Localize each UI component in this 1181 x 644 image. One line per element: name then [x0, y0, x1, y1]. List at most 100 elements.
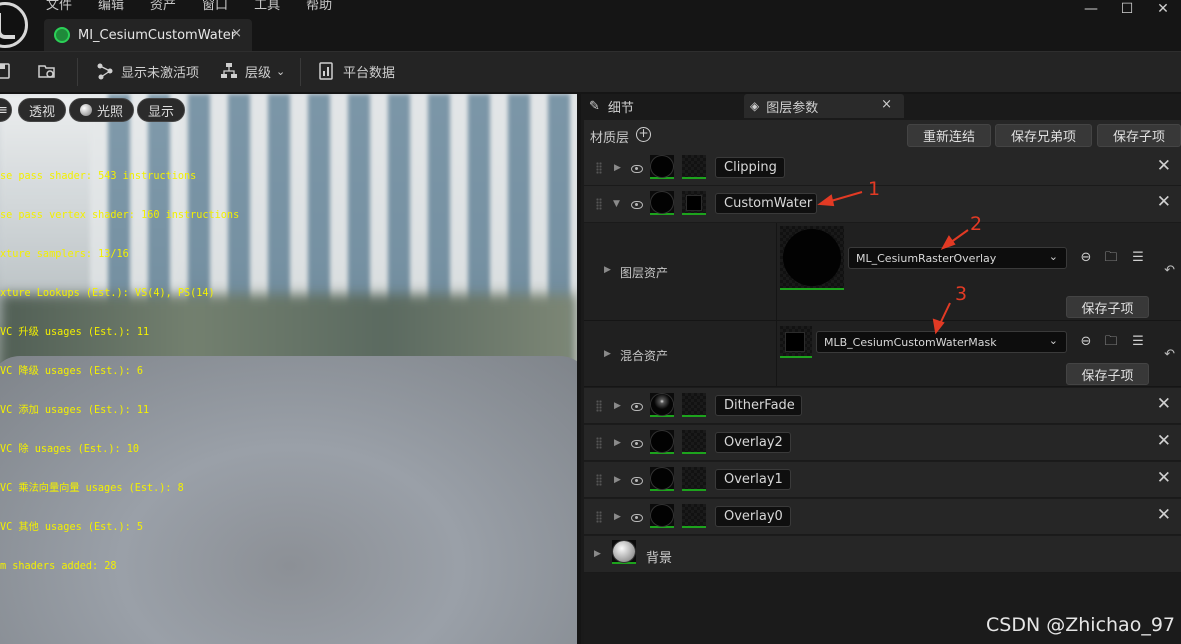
close-tab-button[interactable]: × [881, 97, 892, 112]
material-instance-icon [54, 27, 70, 43]
remove-layer-icon[interactable]: ✕ [1157, 468, 1171, 488]
show-inactive-button[interactable]: 显示未激活项 [96, 52, 199, 90]
close-tab-button[interactable]: × [231, 26, 242, 41]
add-layer-button[interactable]: + [636, 127, 651, 142]
visibility-eye-icon[interactable] [631, 165, 643, 173]
document-tab[interactable]: MI_CesiumCustomWater × [44, 19, 252, 51]
remove-layer-icon[interactable]: ✕ [1157, 192, 1171, 212]
menu-help[interactable]: 帮助 [306, 0, 332, 13]
column-divider [776, 223, 777, 320]
save-sibling-button[interactable]: 保存兄弟项 [995, 124, 1092, 147]
browse-asset-button[interactable] [38, 52, 63, 90]
remove-layer-icon[interactable]: ✕ [1157, 394, 1171, 414]
layer-row-overlay0[interactable]: ▶ Overlay0 ✕ [584, 499, 1181, 535]
hierarchy-dropdown[interactable]: 层级 ⌄ [220, 52, 285, 90]
hamburger-icon: ≡ [0, 102, 8, 118]
tab-details[interactable]: ✎ 细节 [583, 94, 743, 118]
layer-name-field[interactable]: Overlay2 [715, 432, 791, 453]
layer-name-field[interactable]: Overlay0 [715, 506, 791, 527]
lighting-button[interactable]: 光照 [69, 98, 135, 122]
browse-asset-icon[interactable]: 🗀 [1103, 334, 1119, 350]
menu-edit[interactable]: 编辑 [98, 0, 124, 13]
collapse-arrow-icon[interactable]: ▼ [613, 199, 620, 209]
layer-thumbnail [650, 467, 674, 491]
remove-layer-icon[interactable]: ✕ [1157, 156, 1171, 176]
show-button[interactable]: 显示 [137, 98, 186, 122]
stat-line: VC 其他 usages (Est.): 5 [0, 522, 144, 533]
layer-asset-row: ▶ 图层资产 ML_CesiumRasterOverlay ⌄ ⊖ 🗀 ☰ ↶ … [584, 223, 1181, 321]
drag-handle-icon[interactable] [596, 162, 602, 174]
platform-stats-button[interactable]: 平台数据 [318, 52, 395, 90]
expand-arrow-icon[interactable]: ▶ [614, 512, 621, 522]
close-window-button[interactable]: ✕ [1145, 0, 1181, 20]
drag-handle-icon[interactable] [596, 437, 602, 449]
tab-layer-parameters[interactable]: ◈ 图层参数 × [744, 94, 904, 118]
layer-row-overlay2[interactable]: ▶ Overlay2 ✕ [584, 425, 1181, 461]
blend-thumbnail [682, 191, 706, 215]
options-menu-icon[interactable]: ☰ [1130, 334, 1146, 350]
relink-button[interactable]: 重新连结 [907, 124, 991, 147]
stat-line: xture samplers: 13/16 [0, 249, 129, 260]
drag-handle-icon[interactable] [596, 511, 602, 523]
save-button[interactable] [0, 52, 19, 90]
visibility-eye-icon[interactable] [631, 440, 643, 448]
layer-row-clipping[interactable]: ▶ Clipping ✕ [584, 150, 1181, 186]
expand-arrow-icon[interactable]: ▶ [614, 163, 621, 173]
drag-handle-icon[interactable] [596, 474, 602, 486]
blend-asset-select[interactable]: MLB_CesiumCustomWaterMask ⌄ [816, 331, 1067, 353]
background-label: 背景 [646, 551, 673, 566]
layer-row-ditherfade[interactable]: ▶ DitherFade ✕ [584, 388, 1181, 424]
pencil-icon: ✎ [589, 98, 600, 114]
unreal-logo-icon[interactable] [0, 2, 28, 48]
hierarchy-icon [221, 63, 237, 78]
layer-asset-select[interactable]: ML_CesiumRasterOverlay ⌄ [848, 247, 1067, 269]
browse-asset-icon[interactable]: 🗀 [1103, 250, 1119, 266]
save-child-button[interactable]: 保存子项 [1066, 296, 1149, 318]
toolbar-divider [77, 58, 78, 86]
layer-name-field[interactable]: CustomWater [715, 193, 817, 214]
layer-thumbnail [650, 430, 674, 454]
expand-arrow-icon[interactable]: ▶ [614, 401, 621, 411]
annotation-number-2: 2 [970, 213, 983, 235]
browse-folder-icon [38, 65, 55, 78]
layer-name-field[interactable]: Overlay1 [715, 469, 791, 490]
save-child-button[interactable]: 保存子项 [1066, 363, 1149, 385]
visibility-eye-icon[interactable] [631, 201, 643, 209]
expand-arrow-icon[interactable]: ▶ [594, 549, 601, 559]
menu-tools[interactable]: 工具 [254, 0, 280, 13]
menu-asset[interactable]: 资产 [150, 0, 176, 13]
remove-layer-icon[interactable]: ✕ [1157, 431, 1171, 451]
material-layers-header: 材质层 + 重新连结 保存兄弟项 保存子项 [584, 120, 1181, 150]
drag-handle-icon[interactable] [596, 400, 602, 412]
layer-parameters-panel: ✎ 细节 ◈ 图层参数 × 材质层 + 重新连结 保存兄弟项 保存子项 ▶ Cl… [581, 94, 1181, 644]
remove-layer-icon[interactable]: ✕ [1157, 505, 1171, 525]
maximize-button[interactable]: ☐ [1109, 0, 1145, 20]
menu-window[interactable]: 窗口 [202, 0, 228, 13]
layer-row-background[interactable]: ▶ 背景 [584, 536, 1181, 573]
window-controls: — ☐ ✕ [1073, 0, 1181, 20]
expand-arrow-icon[interactable]: ▶ [604, 265, 611, 275]
preview-viewport[interactable]: ≡ 透视 光照 显示 se pass shader: 543 instructi… [0, 94, 577, 644]
use-selected-icon[interactable]: ⊖ [1078, 334, 1094, 350]
reset-to-default-icon[interactable]: ↶ [1164, 263, 1175, 278]
save-child-button[interactable]: 保存子项 [1097, 124, 1181, 147]
expand-arrow-icon[interactable]: ▶ [614, 475, 621, 485]
expand-arrow-icon[interactable]: ▶ [614, 438, 621, 448]
layer-name-field[interactable]: Clipping [715, 157, 785, 178]
blend-thumbnail [682, 467, 706, 491]
perspective-button[interactable]: 透视 [18, 98, 67, 122]
menu-file[interactable]: 文件 [46, 0, 72, 13]
visibility-eye-icon[interactable] [631, 477, 643, 485]
reset-to-default-icon[interactable]: ↶ [1164, 347, 1175, 362]
expand-arrow-icon[interactable]: ▶ [604, 349, 611, 359]
layer-row-overlay1[interactable]: ▶ Overlay1 ✕ [584, 462, 1181, 498]
show-inactive-label: 显示未激活项 [121, 65, 200, 81]
use-selected-icon[interactable]: ⊖ [1078, 250, 1094, 266]
visibility-eye-icon[interactable] [631, 514, 643, 522]
layer-name-field[interactable]: DitherFade [715, 395, 802, 416]
minimize-button[interactable]: — [1073, 0, 1109, 20]
layer-row-customwater[interactable]: ▼ CustomWater ✕ [584, 186, 1181, 223]
drag-handle-icon[interactable] [596, 198, 602, 210]
visibility-eye-icon[interactable] [631, 403, 643, 411]
options-menu-icon[interactable]: ☰ [1130, 250, 1146, 266]
